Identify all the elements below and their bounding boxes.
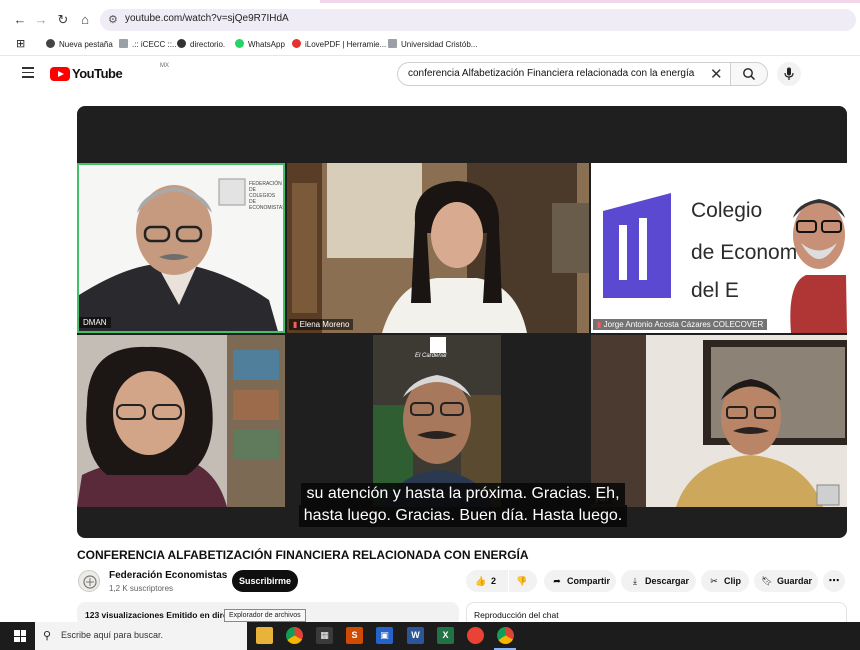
participant-tile-6: yan xyxy=(591,335,847,507)
like-button[interactable]: 👍 2 xyxy=(466,570,508,592)
college-logo-line-3: del E xyxy=(691,279,739,302)
forward-arrow-icon[interactable]: → xyxy=(33,12,49,28)
file-explorer-icon[interactable] xyxy=(256,627,273,644)
home-icon[interactable]: ⌂ xyxy=(77,12,93,28)
dislike-button[interactable]: 👎 xyxy=(509,570,537,592)
more-actions-button[interactable]: ⋯ xyxy=(823,570,845,592)
bookmark-favicon-icon xyxy=(119,39,128,48)
participant-2-name: ▮ Elena Moreno xyxy=(289,319,354,330)
federation-logo-icon xyxy=(83,575,97,589)
bookmark-icecc[interactable]: .:: iCECC ::.. xyxy=(119,38,176,52)
participant-tile-4 xyxy=(77,335,285,507)
search-button[interactable] xyxy=(730,62,768,86)
youtube-logo-text: YouTube xyxy=(72,66,123,81)
mic-muted-icon: ▮ xyxy=(293,320,300,329)
app-red-icon[interactable] xyxy=(467,627,484,644)
college-logo-line-2: de Econom xyxy=(691,241,798,264)
calculator-icon[interactable]: ▦ xyxy=(316,627,333,644)
participant-tile-5: El Cardenal xyxy=(287,335,589,507)
participant-tile-2: ▮ Elena Moreno xyxy=(287,163,589,333)
video-player[interactable]: FEDERACIÓN DE COLEGIOS DE ECONOMISTAS DM… xyxy=(77,106,847,538)
subscriber-count: 1,2 K suscriptores xyxy=(109,584,174,593)
ilovepdf-heart-icon xyxy=(292,39,301,48)
share-button[interactable]: ➦ Compartir xyxy=(544,570,616,592)
save-button[interactable]: 🔖︎ Guardar xyxy=(754,570,818,592)
download-icon: ⤓ xyxy=(633,576,637,586)
participant-6-silhouette xyxy=(591,335,847,507)
mic-muted-icon: ▮ xyxy=(597,320,604,329)
bookmark-whatsapp[interactable]: WhatsApp xyxy=(235,38,285,52)
caption-line-2: hasta luego. Gracias. Buen día. Hasta lu… xyxy=(298,505,628,527)
bookmark-icon: 🔖︎ xyxy=(761,576,773,586)
microphone-icon xyxy=(784,67,794,80)
youtube-play-icon xyxy=(50,67,70,81)
whatsapp-icon xyxy=(235,39,244,48)
download-button[interactable]: ⤓ Descargar xyxy=(621,570,696,592)
participant-tile-1: FEDERACIÓN DE COLEGIOS DE ECONOMISTAS DM… xyxy=(77,163,285,333)
bookmark-favicon-icon xyxy=(177,39,186,48)
bookmarks-bar: ⊞ Nueva pestaña .:: iCECC ::.. directori… xyxy=(0,34,860,56)
participant-5-silhouette xyxy=(373,335,501,507)
chrome-active-icon[interactable] xyxy=(497,627,514,644)
channel-avatar[interactable] xyxy=(78,570,100,592)
taskbar-search-placeholder: Escribe aquí para buscar. xyxy=(61,630,164,640)
clip-button[interactable]: ✂ Clip xyxy=(701,570,749,592)
address-bar[interactable]: ⚙ youtube.com/watch?v=sjQe9R7IHdA xyxy=(100,9,856,31)
app-s-icon[interactable]: S xyxy=(346,627,363,644)
search-query-text: conferencia Alfabetización Financiera re… xyxy=(408,68,695,79)
screen: ← → ↻ ⌂ ⚙ youtube.com/watch?v=sjQe9R7IHd… xyxy=(0,0,860,650)
apps-grid-icon[interactable]: ⊞ xyxy=(16,37,25,51)
windows-start-icon[interactable] xyxy=(14,630,26,642)
bookmark-favicon-icon xyxy=(46,39,55,48)
participant-3-name: ▮ Jorge Antonio Acosta Cázares COLECOVER xyxy=(593,319,768,330)
search-input[interactable]: conferencia Alfabetización Financiera re… xyxy=(397,62,730,86)
subscribe-button[interactable]: Suscribirme xyxy=(232,570,298,592)
clear-search-icon[interactable]: ✕ xyxy=(710,65,723,83)
taskbar-search-input[interactable]: ⚲ Escribe aquí para buscar. xyxy=(35,622,247,650)
participant-1-name: DMAN xyxy=(79,317,111,328)
more-dots-icon: ⋯ xyxy=(828,575,840,587)
url-text: youtube.com/watch?v=sjQe9R7IHdA xyxy=(125,13,289,24)
chrome-icon[interactable] xyxy=(286,627,303,644)
voice-search-button[interactable] xyxy=(777,62,801,86)
participant-tile-3: Colegio de Econom del E ▮ Jorge Antonio … xyxy=(591,163,847,333)
bookmark-directorio[interactable]: directorio. xyxy=(177,38,225,52)
participant-4-silhouette xyxy=(77,335,285,507)
scissors-icon: ✂ xyxy=(710,576,718,586)
caption-line-1: su atención y hasta la próxima. Gracias.… xyxy=(301,483,625,505)
country-code: MX xyxy=(160,63,169,69)
active-tab-indicator xyxy=(320,0,860,3)
search-icon xyxy=(743,68,756,81)
back-arrow-icon[interactable]: ← xyxy=(12,12,28,28)
bookmark-favicon-icon xyxy=(388,39,397,48)
bookmark-ilovepdf[interactable]: iLovePDF | Herramie... xyxy=(292,38,386,52)
share-arrow-icon: ➦ xyxy=(553,576,561,586)
thumbs-down-icon: 👎 xyxy=(516,576,528,586)
youtube-header: YouTube MX conferencia Alfabetización Fi… xyxy=(0,56,860,92)
chat-replay-label: Reproducción del chat xyxy=(474,610,559,620)
cardenal-logo-text: El Cardenal xyxy=(415,353,447,359)
participant-2-silhouette xyxy=(287,163,589,333)
windows-taskbar: ⚲ Escribe aquí para buscar. ▦ S ▣ W X xyxy=(0,622,860,650)
app-blue-icon[interactable]: ▣ xyxy=(376,627,393,644)
bookmark-universidad[interactable]: Universidad Cristób... xyxy=(388,38,477,52)
channel-name[interactable]: Federación Economistas xyxy=(109,570,227,581)
college-logo-line-1: Colegio xyxy=(691,199,763,222)
thumbs-up-icon: 👍 xyxy=(475,576,487,586)
bookmark-nueva-pestana[interactable]: Nueva pestaña xyxy=(46,38,113,52)
menu-icon[interactable] xyxy=(22,67,34,78)
excel-icon[interactable]: X xyxy=(437,627,454,644)
video-title: CONFERENCIA ALFABETIZACIÓN FINANCIERA RE… xyxy=(77,548,529,562)
site-settings-icon[interactable]: ⚙ xyxy=(108,13,118,26)
video-captions: su atención y hasta la próxima. Gracias.… xyxy=(266,483,660,527)
search-icon: ⚲ xyxy=(43,630,52,642)
word-icon[interactable]: W xyxy=(407,627,424,644)
taskbar-tooltip: Explorador de archivos xyxy=(224,609,306,622)
federation-logo-text: FEDERACIÓN DE COLEGIOS DE ECONOMISTAS xyxy=(249,181,285,211)
views-and-date: 123 visualizaciones Emitido en dire xyxy=(85,610,228,620)
reload-icon[interactable]: ↻ xyxy=(55,12,71,28)
address-row: ← → ↻ ⌂ ⚙ youtube.com/watch?v=sjQe9R7IHd… xyxy=(0,5,860,34)
